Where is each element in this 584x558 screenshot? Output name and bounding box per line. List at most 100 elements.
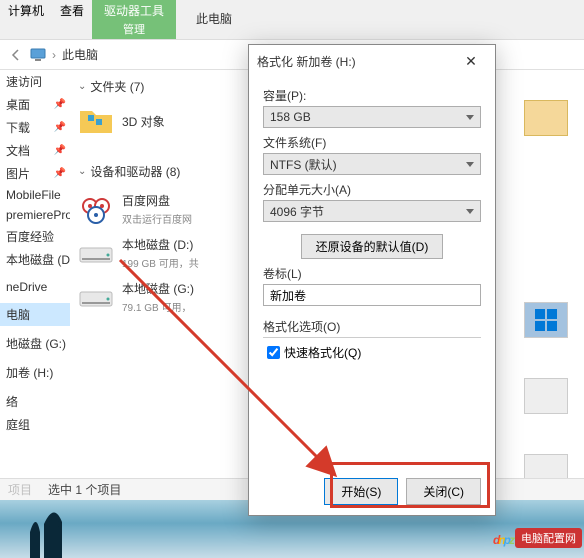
sidebar-item[interactable]: 加卷 (H:) <box>0 361 70 384</box>
drive-label: 百度网盘 <box>122 194 170 208</box>
folder-item[interactable]: 3D 对象 <box>78 103 208 139</box>
format-dialog: 格式化 新加卷 (H:) ✕ 容量(P): 158 GB 文件系统(F) NTF… <box>248 44 496 516</box>
dialog-titlebar: 格式化 新加卷 (H:) ✕ <box>249 45 495 77</box>
sidebar-item[interactable]: neDrive <box>0 277 70 297</box>
drive-label: 本地磁盘 (D:) <box>122 238 193 252</box>
watermark-label: 电脑配置网 <box>515 528 582 548</box>
quick-format-label: 快速格式化(Q) <box>284 344 361 361</box>
sidebar-item[interactable]: 文档 📌 <box>0 139 70 162</box>
quick-format-row[interactable]: 快速格式化(Q) <box>267 344 481 361</box>
sidebar-item-label: 本地磁盘 (D:) <box>6 251 70 268</box>
drive-sublabel: 79.1 GB 可用， <box>122 299 194 314</box>
sidebar-item-label: 地磁盘 (G:) <box>6 335 66 352</box>
volume-label-label: 卷标(L) <box>263 265 481 282</box>
drive-item[interactable]: 本地磁盘 (D:) 199 GB 可用，共 <box>78 232 238 276</box>
drive-item[interactable]: 本地磁盘 (G:) 79.1 GB 可用， <box>78 276 238 320</box>
sidebar-item[interactable]: 图片 📌 <box>0 162 70 185</box>
folder-label: 3D 对象 <box>122 115 165 129</box>
capacity-label: 容量(P): <box>263 87 481 104</box>
restore-defaults-button[interactable]: 还原设备的默认值(D) <box>301 234 444 259</box>
ribbon-tab-view-label: 查看 <box>60 4 84 18</box>
sidebar-item[interactable]: MobileFile <box>0 185 70 205</box>
allocation-label: 分配单元大小(A) <box>263 181 481 198</box>
folder-icon <box>78 103 114 139</box>
sidebar-item-label: 速访问 <box>6 73 42 90</box>
pin-icon: 📌 <box>54 99 66 110</box>
watermark-logo: dnpz <box>493 515 513 552</box>
sidebar-item-label: 电脑 <box>6 306 30 323</box>
sidebar-item-label: MobileFile <box>6 188 61 202</box>
sidebar-item[interactable]: 地磁盘 (G:) <box>0 332 70 355</box>
sidebar-item-label: 图片 <box>6 165 30 182</box>
ribbon: 计算机 查看 驱动器工具 管理 此电脑 <box>0 0 584 40</box>
format-options-box: 快速格式化(Q) <box>263 337 481 361</box>
sidebar-item[interactable]: 电脑 <box>0 303 70 326</box>
pc-icon <box>30 47 46 63</box>
ribbon-tab-view[interactable]: 查看 <box>52 0 92 39</box>
sidebar-item-label: 文档 <box>6 142 30 159</box>
sidebar-item-label: 庭组 <box>6 416 30 433</box>
close-icon[interactable]: ✕ <box>455 53 487 70</box>
sidebar-item-label: neDrive <box>6 280 47 294</box>
filesystem-label: 文件系统(F) <box>263 134 481 151</box>
navigation-sidebar: 速访问桌面 📌 下载 📌 文档 📌 图片 📌 MobileFile premierePro 百度经验… <box>0 70 70 488</box>
sidebar-item-label: 下载 <box>6 119 30 136</box>
ribbon-drive-tools-label: 驱动器工具 <box>104 4 164 18</box>
content-extra-column <box>524 88 584 490</box>
drive-icon <box>78 280 114 316</box>
statusbar-left: 项目 <box>8 481 32 498</box>
capacity-value: 158 GB <box>270 110 311 124</box>
volume-label-input[interactable] <box>263 284 481 306</box>
drive-icon <box>78 192 114 228</box>
sidebar-item-label: 桌面 <box>6 96 30 113</box>
ribbon-tab-drive-tools[interactable]: 驱动器工具 管理 <box>92 0 176 39</box>
sidebar-item[interactable]: 庭组 <box>0 413 70 436</box>
sidebar-item-label: premierePro <box>6 208 70 222</box>
watermark: dnpz 电脑配置网 <box>493 515 582 552</box>
breadcrumb-separator: › <box>52 48 56 62</box>
sidebar-item-label: 百度经验 <box>6 228 54 245</box>
format-options-label: 格式化选项(O) <box>263 318 481 335</box>
filesystem-select[interactable]: NTFS (默认) <box>263 153 481 175</box>
folders-section-title: 文件夹 (7) <box>90 78 144 95</box>
start-button[interactable]: 开始(S) <box>324 478 398 505</box>
chevron-down-icon: ⌄ <box>78 166 86 177</box>
dialog-title-text: 格式化 新加卷 (H:) <box>257 53 356 70</box>
drive-sublabel: 199 GB 可用，共 <box>122 255 199 270</box>
breadcrumb-this-pc[interactable]: 此电脑 <box>62 46 98 63</box>
nav-back-icon[interactable] <box>8 47 24 63</box>
window-title: 此电脑 <box>176 0 584 39</box>
sidebar-item-label: 加卷 (H:) <box>6 364 53 381</box>
drive-item[interactable]: 百度网盘双击运行百度网 <box>78 188 238 232</box>
quick-format-checkbox[interactable] <box>267 346 280 359</box>
allocation-select[interactable]: 4096 字节 <box>263 200 481 222</box>
sidebar-item[interactable]: 桌面 📌 <box>0 93 70 116</box>
allocation-value: 4096 字节 <box>270 203 324 220</box>
sidebar-item-label: 络 <box>6 393 18 410</box>
ribbon-tab-computer[interactable]: 计算机 <box>0 0 52 39</box>
close-button[interactable]: 关闭(C) <box>406 478 481 505</box>
chevron-down-icon: ⌄ <box>78 81 86 92</box>
sidebar-item[interactable]: 络 <box>0 390 70 413</box>
sidebar-item[interactable]: 下载 📌 <box>0 116 70 139</box>
sidebar-item[interactable]: 本地磁盘 (D:) <box>0 248 70 271</box>
pin-icon: 📌 <box>54 145 66 156</box>
sidebar-item[interactable]: premierePro <box>0 205 70 225</box>
folder-thumb[interactable] <box>524 100 568 136</box>
winlogo-thumb[interactable] <box>524 302 568 338</box>
filesystem-value: NTFS (默认) <box>270 156 337 173</box>
capacity-select[interactable]: 158 GB <box>263 106 481 128</box>
drive-thumb[interactable] <box>524 378 568 414</box>
dialog-button-row: 开始(S) 关闭(C) <box>324 478 481 505</box>
sidebar-item[interactable]: 速访问 <box>0 70 70 93</box>
pin-icon: 📌 <box>54 168 66 179</box>
drive-icon <box>78 236 114 272</box>
ribbon-manage-label: 管理 <box>104 21 164 37</box>
wallpaper-silhouette <box>10 502 130 558</box>
ribbon-tab-computer-label: 计算机 <box>8 4 44 18</box>
sidebar-item[interactable]: 百度经验 <box>0 225 70 248</box>
pin-icon: 📌 <box>54 122 66 133</box>
drives-section-title: 设备和驱动器 (8) <box>90 163 180 180</box>
statusbar-selection: 选中 1 个项目 <box>48 481 121 498</box>
drive-label: 本地磁盘 (G:) <box>122 282 194 296</box>
